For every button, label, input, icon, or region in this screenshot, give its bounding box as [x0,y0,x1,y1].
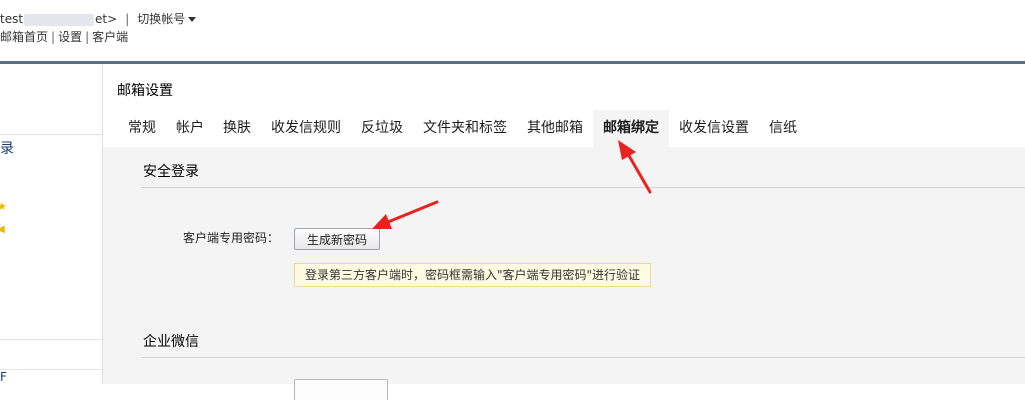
sidebar-divider [0,134,102,135]
link-client[interactable]: 客户端 [92,30,128,44]
password-hint: 登录第三方客户端时，密码框需输入"客户端专用密码"进行验证 [294,263,652,287]
sidebar-item-bottom[interactable]: F [0,370,7,384]
header: test et> | 切换帐号 邮箱首页 | 设置 | 客户端 [0,0,1025,62]
generate-password-button[interactable]: 生成新密码 [294,228,380,250]
switch-account-label: 切换帐号 [137,12,186,26]
section-divider [141,357,1025,358]
sidebar-item-login[interactable]: 录 [0,138,14,158]
page-title: 邮箱设置 [117,83,173,99]
link-settings[interactable]: 设置 [58,30,82,44]
account-redaction [24,13,95,26]
tab-skin[interactable]: 换肤 [223,110,251,147]
sidebar-divider [0,369,102,370]
sidebar [0,64,103,384]
settings-tabs: 常规 帐户 换肤 收发信规则 反垃圾 文件夹和标签 其他邮箱 邮箱绑定 收发信设… [103,110,1025,147]
title-bar: 邮箱设置 [103,64,1025,110]
tab-general[interactable]: 常规 [128,110,156,147]
tab-account[interactable]: 帐户 [176,110,204,147]
star-icon: ★ [0,200,7,213]
account-line: test et> | 切换帐号 [0,11,197,27]
link-mail-home[interactable]: 邮箱首页 [0,30,48,44]
client-password-label: 客户端专用密码： [183,231,280,245]
link-separator: | [85,30,90,44]
speaker-icon: ◀ [0,224,5,235]
tab-other-mailboxes[interactable]: 其他邮箱 [527,110,583,147]
section-title-wechat: 企业微信 [143,334,199,350]
account-prefix: test [0,12,24,26]
tab-folders-labels[interactable]: 文件夹和标签 [423,110,507,147]
main-panel: 邮箱设置 常规 帐户 换肤 收发信规则 反垃圾 文件夹和标签 其他邮箱 邮箱绑定… [103,64,1025,400]
tab-content: 安全登录 客户端专用密码： 生成新密码 登录第三方客户端时，密码框需输入"客户端… [103,147,1025,400]
section-title-secure-login: 安全登录 [143,164,199,180]
tab-send-receive-settings[interactable]: 收发信设置 [679,110,749,147]
separator: | [125,12,130,26]
wechat-bind-button[interactable] [294,379,388,400]
caret-down-icon [188,17,197,22]
tab-anti-spam[interactable]: 反垃圾 [361,110,403,147]
header-nav: 邮箱首页 | 设置 | 客户端 [0,29,128,45]
tab-stationery[interactable]: 信纸 [769,110,797,147]
sidebar-divider [0,339,102,340]
section-divider [141,187,1025,188]
tab-mail-rules[interactable]: 收发信规则 [271,110,341,147]
switch-account-dropdown[interactable]: 切换帐号 [137,12,197,26]
tab-mailbox-binding[interactable]: 邮箱绑定 [593,110,669,147]
account-suffix: et> [95,12,118,26]
link-separator: | [51,30,56,44]
